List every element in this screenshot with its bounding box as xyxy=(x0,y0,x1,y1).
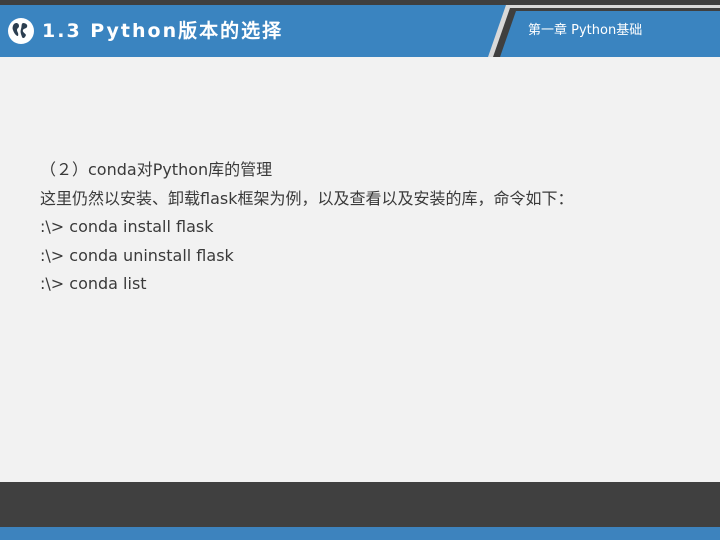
section-heading: （２）conda对Python库的管理 xyxy=(40,160,273,179)
chapter-label: 第一章 Python基础 xyxy=(528,23,643,38)
command-uninstall: :\> conda uninstall flask xyxy=(40,245,234,265)
command-list: :\> conda list xyxy=(40,274,147,294)
globe-icon xyxy=(7,17,35,45)
footer-bar xyxy=(0,482,720,527)
slide-header: 1.3 Python版本的选择 第一章 Python基础 xyxy=(0,0,720,57)
command-install: :\> conda install flask xyxy=(40,217,214,237)
footer-accent xyxy=(0,527,720,540)
slide-body: （２）conda对Python库的管理 这里仍然以安装、卸载flask框架为例，… xyxy=(40,156,700,299)
body-text: 这里仍然以安装、卸载flask框架为例，以及查看以及安装的库，命令如下： xyxy=(40,188,574,208)
slide-title: 1.3 Python版本的选择 xyxy=(42,20,284,42)
